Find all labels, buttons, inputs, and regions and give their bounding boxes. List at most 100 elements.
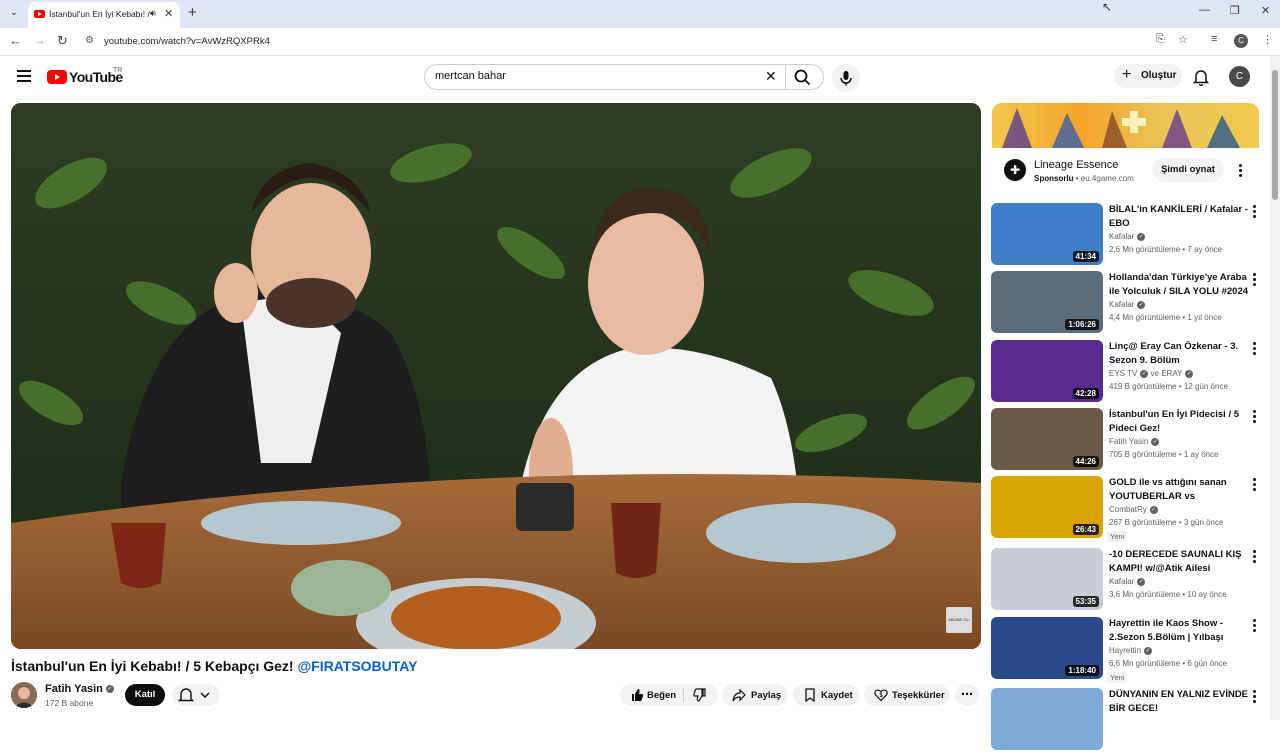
recommendation-more-icon[interactable] (1253, 205, 1257, 219)
recommendation-item[interactable]: 42:28 Linç@ Eray Can Özkenar - 3. Sezon 9… (991, 340, 1261, 404)
recommendation-thumbnail[interactable]: 1:06:26 (991, 271, 1103, 333)
recommendation-thumbnail[interactable]: 1:18:40 (991, 617, 1103, 679)
clear-search-icon[interactable]: ✕ (765, 68, 777, 85)
save-button[interactable]: Kaydet (793, 684, 859, 706)
create-button[interactable]: + Oluştur (1114, 64, 1182, 88)
window-close-icon[interactable]: ✕ (1261, 4, 1270, 17)
thumbs-up-icon[interactable] (630, 688, 644, 702)
page-scrollbar[interactable] (1270, 56, 1280, 720)
recommendation-item[interactable]: DÜNYANIN EN YALNIZ EVİNDE BİR GECE! (991, 688, 1261, 752)
scrollbar-thumb[interactable] (1272, 70, 1278, 200)
recommendation-item[interactable]: 44:26 İstanbul'un En İyi Pidecisi / 5 Pid… (991, 408, 1261, 472)
media-controls-icon[interactable]: ≡ (1211, 33, 1217, 45)
recommendation-thumbnail[interactable]: 26:43 (991, 476, 1103, 538)
recommendation-channel-name: CombatRy (1109, 505, 1147, 514)
minimize-icon[interactable]: — (1199, 4, 1210, 16)
search-input[interactable] (435, 70, 755, 82)
recommendation-title[interactable]: BİLAL'in KANKİLERİ / Kafalar - EBO (1109, 203, 1249, 230)
thanks-button[interactable]: $ Teşekkürler (864, 684, 949, 706)
recommendation-channel[interactable]: Fatih Yasin ✓ (1109, 437, 1160, 446)
tab-close-icon[interactable]: ✕ (164, 7, 173, 20)
video-title-text: İstanbul'un En İyi Kebabı! / 5 Kebapçı G… (11, 658, 294, 674)
advertiser-logo-icon[interactable]: ✚ (1004, 159, 1026, 181)
url-text[interactable]: youtube.com/watch?v=AvWzRQXPRk4 (104, 36, 270, 47)
recommendation-more-icon[interactable] (1253, 273, 1257, 287)
recommendation-more-icon[interactable] (1253, 342, 1257, 356)
subscription-bell-button[interactable] (172, 684, 220, 706)
more-actions-button[interactable]: ⋯ (955, 684, 979, 706)
join-button[interactable]: Katıl (125, 684, 165, 706)
recommendation-item[interactable]: 41:34 BİLAL'in KANKİLERİ / Kafalar - EBO K… (991, 203, 1261, 267)
recommendation-title[interactable]: Linç@ Eray Can Özkenar - 3. Sezon 9. Böl… (1109, 340, 1249, 367)
verified-check-icon: ✓ (1140, 369, 1149, 378)
youtube-favicon-icon (34, 10, 45, 18)
recommendation-thumbnail[interactable]: 53:35 (991, 548, 1103, 610)
subscribe-watermark[interactable]: ABONE OL! (946, 607, 972, 633)
recommendation-channel[interactable]: Hayrettin ✓ (1109, 646, 1153, 655)
hamburger-menu-icon[interactable] (17, 70, 31, 82)
back-arrow-icon[interactable]: ← (9, 33, 22, 48)
channel-name[interactable]: Fatih Yasin ✓ (45, 683, 114, 695)
recommendation-title[interactable]: DÜNYANIN EN YALNIZ EVİNDE BİR GECE! (1109, 688, 1249, 715)
recommendation-channel[interactable]: Kafalar ✓ (1109, 232, 1146, 241)
video-frame (11, 103, 981, 649)
microphone-icon (840, 71, 852, 86)
install-app-icon[interactable]: ⎘ (1156, 33, 1165, 46)
recommendation-item[interactable]: 53:35 -10 DERECEDE SAUNALI KIŞ KAMPI! w/@… (991, 548, 1261, 612)
ad-banner-image[interactable] (992, 103, 1259, 148)
recommendation-thumbnail[interactable] (991, 688, 1103, 750)
recommendation-more-icon[interactable] (1253, 619, 1257, 633)
recommendation-more-icon[interactable] (1253, 410, 1257, 424)
title-mention-link[interactable]: @FIRATSOBUTAY (298, 658, 418, 674)
channel-avatar[interactable] (11, 682, 37, 708)
recommendation-more-icon[interactable] (1253, 550, 1257, 564)
recommendation-item[interactable]: 1:06:26 Hollanda'dan Türkiye'ye Araba ile… (991, 271, 1261, 335)
video-duration: 44:26 (1072, 456, 1099, 467)
recommendation-item[interactable]: 1:18:40 Hayrettin ile Kaos Show - 2.Sezon… (991, 617, 1261, 683)
recommendation-thumbnail[interactable]: 42:28 (991, 340, 1103, 402)
restore-icon[interactable]: ❐ (1230, 4, 1240, 17)
voice-search-button[interactable] (832, 64, 860, 92)
bookmark-star-icon[interactable]: ☆ (1178, 33, 1188, 46)
share-label: Paylaş (751, 690, 782, 701)
address-bar[interactable]: ⚙︎ youtube.com/watch?v=AvWzRQXPRk4 (80, 31, 1200, 53)
browser-tab-strip: ⌄ İstanbul'un En İyi Kebabı! / 🔊︎ ✕ + ↖ … (0, 0, 1280, 28)
more-horizontal-icon: ⋯ (961, 687, 973, 701)
recommendation-channel[interactable]: CombatRy ✓ (1109, 505, 1158, 514)
browser-tab-active[interactable]: İstanbul'un En İyi Kebabı! / 🔊︎ ✕ (28, 2, 180, 28)
thumbs-down-icon[interactable] (693, 688, 707, 702)
verified-check-icon: ✓ (1137, 232, 1146, 241)
recommendation-channel[interactable]: Kafalar ✓ (1109, 577, 1146, 586)
new-tab-plus-icon[interactable]: + (188, 4, 197, 21)
reload-icon[interactable]: ↻ (57, 33, 68, 49)
recommendation-channel[interactable]: Kafalar ✓ (1109, 300, 1146, 309)
like-label[interactable]: Beğen (647, 690, 676, 701)
ad-title[interactable]: Lineage Essence (1034, 159, 1118, 171)
recommendation-item[interactable]: 26:43 GOLD ile vs attığını sanan YOUTUBER… (991, 476, 1261, 542)
share-button[interactable]: Paylaş (722, 684, 788, 706)
browser-menu-icon[interactable]: ⋮ (1262, 33, 1273, 46)
recommendation-thumbnail[interactable]: 41:34 (991, 203, 1103, 265)
recommendation-more-icon[interactable] (1253, 478, 1257, 492)
browser-profile-avatar[interactable]: C (1234, 34, 1248, 48)
recommendation-title[interactable]: Hollanda'dan Türkiye'ye Araba ile Yolcul… (1109, 271, 1249, 298)
ad-artwork (1002, 108, 1240, 148)
recommendation-thumbnail[interactable]: 44:26 (991, 408, 1103, 470)
forward-arrow-icon[interactable]: → (33, 33, 46, 48)
recommendation-title[interactable]: Hayrettin ile Kaos Show - 2.Sezon 5.Bölü… (1109, 617, 1249, 644)
account-avatar[interactable]: C (1229, 66, 1250, 87)
speaker-icon[interactable]: 🔊︎ (150, 8, 156, 19)
recommendation-channel[interactable]: EYS TV ✓ ve ERAY ✓ (1109, 369, 1194, 378)
search-icon[interactable] (793, 68, 813, 86)
recommendation-title[interactable]: İstanbul'un En İyi Pidecisi / 5 Pideci G… (1109, 408, 1249, 435)
video-player[interactable]: ABONE OL! (11, 103, 981, 649)
ad-play-now-button[interactable]: Şimdi oynat (1152, 158, 1224, 182)
ad-more-options-icon[interactable] (1239, 164, 1243, 178)
site-info-icon[interactable]: ⚙︎ (85, 35, 94, 46)
search-divider (785, 65, 786, 89)
recommendation-title[interactable]: GOLD ile vs attığını sanan YOUTUBERLAR v… (1109, 476, 1249, 503)
recommendation-title[interactable]: -10 DERECEDE SAUNALI KIŞ KAMPI! w/@Atik … (1109, 548, 1249, 575)
recommendation-more-icon[interactable] (1253, 690, 1257, 704)
notifications-bell-icon[interactable] (1193, 68, 1209, 86)
tab-search-chevron-icon[interactable]: ⌄ (6, 5, 22, 21)
